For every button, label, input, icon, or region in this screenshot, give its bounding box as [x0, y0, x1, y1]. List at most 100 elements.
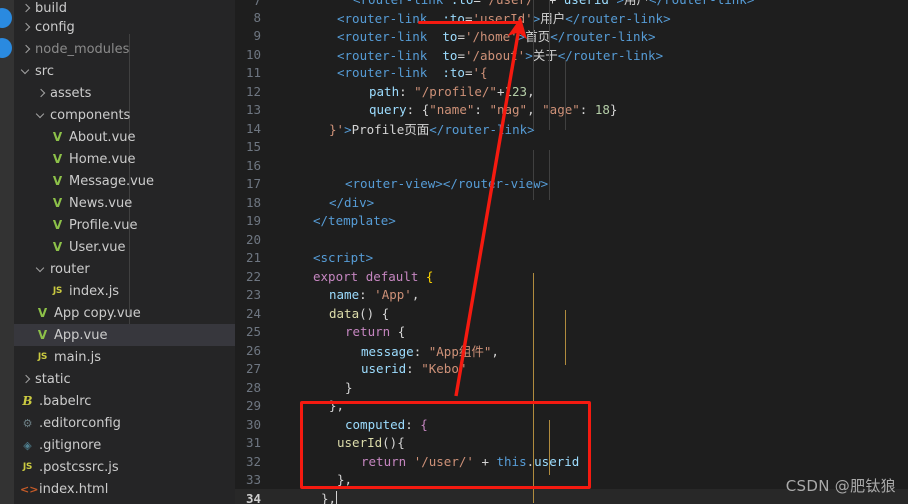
code-line[interactable]: 19 </template>: [235, 212, 908, 231]
code-text[interactable]: userid: "Kebo": [361, 361, 466, 376]
tree-item-assets[interactable]: assets: [14, 82, 235, 104]
search-indicator-icon[interactable]: [0, 38, 12, 58]
line-number: 27: [245, 361, 261, 377]
line-number: 16: [245, 157, 261, 173]
chevron-right-icon[interactable]: [35, 87, 47, 99]
code-line[interactable]: 21 <script>: [235, 249, 908, 268]
code-line[interactable]: 16: [235, 156, 908, 175]
code-line[interactable]: 8 <router-link :to='userId'>用户</router-li…: [235, 8, 908, 27]
code-line[interactable]: 23 name: 'App',: [235, 286, 908, 305]
tree-item-app-copy-vue[interactable]: V App copy.vue: [14, 302, 235, 324]
code-text[interactable]: },: [337, 472, 352, 487]
code-indent-guide: [565, 60, 566, 130]
tree-item--postcssrc-js[interactable]: JS .postcssrc.js: [14, 456, 235, 478]
code-text[interactable]: <router-view></router-view>: [345, 176, 548, 191]
chevron-down-icon[interactable]: [35, 263, 47, 275]
code-text[interactable]: data() {: [329, 306, 389, 321]
code-line[interactable]: 25 return {: [235, 323, 908, 342]
tree-item-build[interactable]: build: [14, 0, 235, 16]
explorer-indicator-icon[interactable]: [0, 8, 12, 28]
tree-item-index-js[interactable]: JS index.js: [14, 280, 235, 302]
code-text[interactable]: },: [329, 398, 344, 413]
tree-item-app-vue[interactable]: V App.vue: [14, 324, 235, 346]
code-line[interactable]: 24 data() {: [235, 304, 908, 323]
activity-bar[interactable]: [0, 0, 14, 504]
code-content[interactable]: 7<router-link :to='/user/' + userid >用户<…: [235, 0, 908, 504]
code-line[interactable]: 10 <router-link to='/about'>关于</router-li…: [235, 45, 908, 64]
tree-item-node-modules[interactable]: node_modules: [14, 38, 235, 60]
tree-item-main-js[interactable]: JS main.js: [14, 346, 235, 368]
code-text[interactable]: <script>: [313, 250, 373, 265]
tree-item-components[interactable]: components: [14, 104, 235, 126]
code-line[interactable]: 18 </div>: [235, 193, 908, 212]
code-line[interactable]: 31 userId(){: [235, 434, 908, 453]
tree-item-home-vue[interactable]: V Home.vue: [14, 148, 235, 170]
code-line[interactable]: 26 message: "App组件",: [235, 341, 908, 360]
code-text[interactable]: userId(){: [337, 435, 405, 450]
chevron-right-icon[interactable]: [20, 373, 32, 385]
git-icon: ◈: [23, 438, 32, 452]
code-text[interactable]: message: "App组件",: [361, 341, 499, 360]
tree-item-user-vue[interactable]: V User.vue: [14, 236, 235, 258]
code-line[interactable]: 32 return '/user/' + this.userid: [235, 452, 908, 471]
code-scope-guide: [565, 310, 566, 365]
tree-item-news-vue[interactable]: V News.vue: [14, 192, 235, 214]
code-text[interactable]: },: [321, 490, 338, 504]
tree-item--editorconfig[interactable]: ⚙ .editorconfig: [14, 412, 235, 434]
code-line[interactable]: 12 path: "/profile/"+123,: [235, 82, 908, 101]
js-icon: JS: [52, 285, 63, 296]
tree-item-static[interactable]: static: [14, 368, 235, 390]
code-text[interactable]: path: "/profile/"+123,: [369, 84, 535, 99]
code-line[interactable]: 13 query: {"name": "nag", "age": 18}: [235, 101, 908, 120]
code-text[interactable]: computed: {: [345, 417, 428, 432]
tree-item-config[interactable]: config: [14, 16, 235, 38]
code-editor[interactable]: 7<router-link :to='/user/' + userid >用户<…: [235, 0, 908, 504]
line-number: 29: [245, 398, 261, 414]
vue-icon: V: [52, 152, 63, 166]
code-line[interactable]: 29},: [235, 397, 908, 416]
code-line[interactable]: 14}'>Profile页面</router-link>: [235, 119, 908, 138]
line-number: 23: [245, 287, 261, 303]
code-text[interactable]: <router-link to='/home'>首页</router-link>: [337, 26, 656, 45]
gear-icon: ⚙: [22, 416, 33, 430]
tree-item-message-vue[interactable]: V Message.vue: [14, 170, 235, 192]
code-text[interactable]: </template>: [313, 213, 396, 228]
code-text[interactable]: }: [345, 380, 353, 395]
chevron-right-icon[interactable]: [20, 2, 32, 14]
code-text[interactable]: return '/user/' + this.userid: [361, 454, 579, 469]
code-text[interactable]: <router-link :to='userId'>用户</router-lin…: [337, 8, 671, 27]
tree-item--babelrc[interactable]: B .babelrc: [14, 390, 235, 412]
vue-icon: V: [52, 130, 63, 144]
chevron-right-icon[interactable]: [20, 43, 32, 55]
chevron-down-icon[interactable]: [35, 109, 47, 121]
code-line[interactable]: 27 userid: "Kebo": [235, 360, 908, 379]
code-line[interactable]: 17 <router-view></router-view>: [235, 175, 908, 194]
tree-item-about-vue[interactable]: V About.vue: [14, 126, 235, 148]
tree-item-index-html[interactable]: <> index.html: [14, 478, 235, 500]
code-text[interactable]: <router-link to='/about'>关于</router-link…: [337, 45, 663, 64]
tree-item--gitignore[interactable]: ◈ .gitignore: [14, 434, 235, 456]
code-text[interactable]: return {: [345, 324, 405, 339]
explorer-sidebar[interactable]: build config node_modules src assets componen…: [14, 0, 235, 504]
code-text[interactable]: }'>Profile页面</router-link>: [329, 119, 535, 138]
code-line[interactable]: 9 <router-link to='/home'>首页</router-link…: [235, 27, 908, 46]
chevron-right-icon[interactable]: [20, 21, 32, 33]
code-text[interactable]: name: 'App',: [329, 287, 419, 302]
code-text[interactable]: export default {: [313, 269, 433, 284]
tree-item-label: .gitignore: [39, 437, 102, 453]
code-line[interactable]: 30 computed: {: [235, 415, 908, 434]
code-text[interactable]: </div>: [329, 195, 374, 210]
chevron-down-icon[interactable]: [20, 65, 32, 77]
code-line[interactable]: 15: [235, 138, 908, 157]
code-line[interactable]: 22 export default {: [235, 267, 908, 286]
tree-item-label: config: [35, 19, 75, 35]
file-tree[interactable]: build config node_modules src assets componen…: [14, 0, 235, 500]
code-line[interactable]: 20: [235, 230, 908, 249]
code-line[interactable]: 28}: [235, 378, 908, 397]
tree-item-src[interactable]: src: [14, 60, 235, 82]
code-text[interactable]: query: {"name": "nag", "age": 18}: [369, 102, 617, 117]
tree-item-profile-vue[interactable]: V Profile.vue: [14, 214, 235, 236]
tree-item-router[interactable]: router: [14, 258, 235, 280]
code-line[interactable]: 11 <router-link :to='{: [235, 64, 908, 83]
code-text[interactable]: <router-link :to='{: [337, 65, 488, 80]
